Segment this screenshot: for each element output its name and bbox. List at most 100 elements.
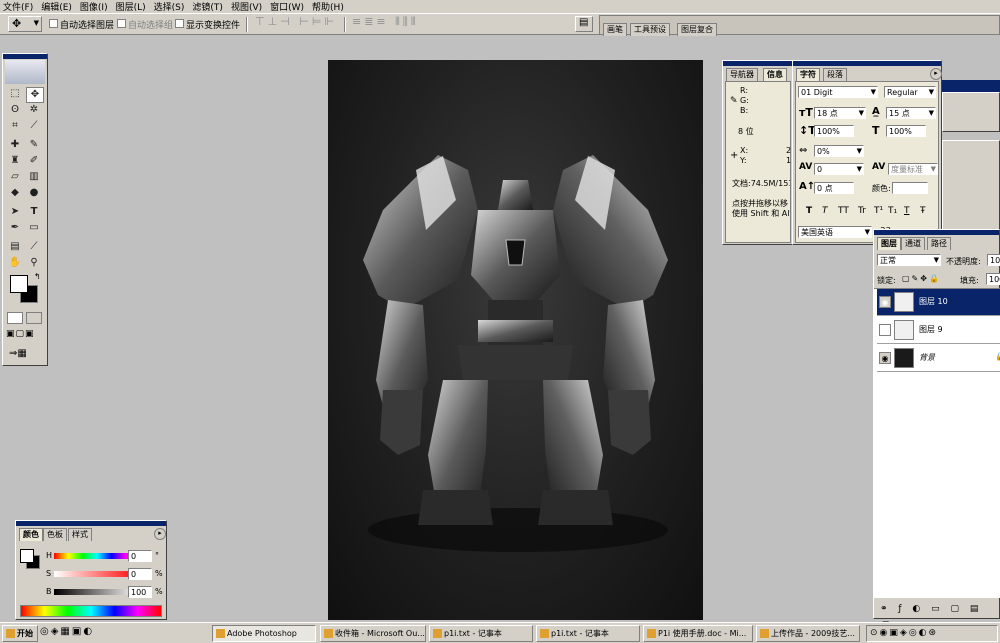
dodge-tool-icon[interactable]: ● xyxy=(26,186,42,200)
superscript-button[interactable]: T¹ xyxy=(874,206,883,216)
screen-mode-icons[interactable]: ▣▢▣ xyxy=(6,329,46,341)
tab-info[interactable]: 信息 xyxy=(763,68,787,81)
font-size-select[interactable]: 18 点 xyxy=(814,107,866,119)
taskbar-item[interactable]: P1i 使用手册.doc - Mi... xyxy=(643,625,753,642)
menu-layer[interactable]: 图层(L) xyxy=(116,0,146,13)
photoshop-feather-logo[interactable] xyxy=(5,60,45,84)
slice-tool-icon[interactable]: ⟋ xyxy=(26,119,42,133)
notes-tool-icon[interactable]: ▤ xyxy=(7,240,23,254)
tab-paths[interactable]: 路径 xyxy=(927,237,951,250)
auto-select-group-checkbox[interactable] xyxy=(117,19,126,28)
auto-select-layer-checkbox[interactable] xyxy=(49,19,58,28)
horizontal-scale-input[interactable]: 100% xyxy=(886,125,926,137)
eraser-tool-icon[interactable]: ▱ xyxy=(7,170,23,184)
tool-preset-picker[interactable]: ✥ ▼ xyxy=(8,16,42,32)
quick-mask-icon[interactable] xyxy=(26,312,42,324)
hue-input[interactable]: 0 xyxy=(128,550,152,562)
menu-file[interactable]: 文件(F) xyxy=(3,0,33,13)
palette-well-button[interactable]: ▤ xyxy=(575,16,593,32)
type-tool-icon[interactable]: T xyxy=(26,205,42,219)
font-style-select[interactable]: Regular xyxy=(884,86,936,98)
visibility-toggle[interactable] xyxy=(879,324,891,336)
foreground-color-swatch[interactable] xyxy=(20,549,34,563)
tab-swatches[interactable]: 色板 xyxy=(43,528,67,541)
distribute-icons[interactable]: ≡≣≡ ⫴⫼⫴ xyxy=(352,15,418,29)
document-canvas[interactable] xyxy=(328,60,703,620)
menu-edit[interactable]: 编辑(E) xyxy=(41,0,72,13)
layer-row[interactable]: ◉ 图层 10 xyxy=(877,289,1000,316)
well-tab-tool-presets[interactable]: 工具预设 xyxy=(630,23,670,36)
panel-menu-arrow-icon[interactable]: ▸ xyxy=(930,68,942,80)
tsume-select[interactable]: 0% xyxy=(814,145,864,157)
brush-tool-icon[interactable]: ✎ xyxy=(26,138,42,152)
taskbar-item[interactable]: 上传作品 - 2009技艺... xyxy=(756,625,860,642)
blur-tool-icon[interactable]: ◆ xyxy=(7,186,23,200)
well-tab-layer-comps[interactable]: 图层复合 xyxy=(677,23,717,36)
menu-image[interactable]: 图像(I) xyxy=(80,0,108,13)
opacity-input[interactable]: 100% xyxy=(987,254,1000,266)
shape-tool-icon[interactable]: ▭ xyxy=(26,221,42,235)
panel-menu-arrow-icon[interactable]: ▸ xyxy=(154,528,166,540)
tab-layers[interactable]: 图层 xyxy=(877,237,901,250)
magic-wand-icon[interactable]: ✲ xyxy=(26,103,42,117)
well-tab-brushes[interactable]: 画笔 xyxy=(603,23,627,36)
tab-paragraph[interactable]: 段落 xyxy=(823,68,847,81)
menu-view[interactable]: 视图(V) xyxy=(231,0,262,13)
taskbar-item[interactable]: Adobe Photoshop xyxy=(212,625,316,642)
color-ramp[interactable] xyxy=(20,605,162,617)
taskbar-item[interactable]: p1i.txt - 记事本 xyxy=(429,625,533,642)
swap-colors-icon[interactable]: ↰ xyxy=(34,272,41,281)
baseline-shift-input[interactable]: 0 点 xyxy=(814,182,854,194)
hand-tool-icon[interactable]: ✋ xyxy=(7,256,23,270)
foreground-color-swatch[interactable] xyxy=(10,275,28,293)
healing-brush-icon[interactable]: ✚ xyxy=(7,138,23,152)
brightness-input[interactable]: 100 xyxy=(128,586,152,598)
subscript-button[interactable]: T₁ xyxy=(888,206,897,216)
strikethrough-button[interactable]: Ŧ xyxy=(920,206,926,216)
standard-mode-icon[interactable] xyxy=(7,312,23,324)
tab-navigator[interactable]: 导航器 xyxy=(726,68,758,81)
tab-character[interactable]: 字符 xyxy=(796,68,820,81)
faux-italic-button[interactable]: T xyxy=(822,206,828,216)
vertical-scale-input[interactable]: 100% xyxy=(814,125,854,137)
align-icons[interactable]: ⊤⊥⊣ ⊢⊨⊩ xyxy=(255,15,337,28)
underline-button[interactable]: T xyxy=(904,206,910,216)
history-brush-icon[interactable]: ✐ xyxy=(26,154,42,168)
saturation-input[interactable]: 0 xyxy=(128,568,152,580)
taskbar-item[interactable]: 收件箱 - Microsoft Ou... xyxy=(320,625,426,642)
zoom-tool-icon[interactable]: ⚲ xyxy=(26,256,42,270)
taskbar-item[interactable]: p1i.txt - 记事本 xyxy=(536,625,640,642)
menu-help[interactable]: 帮助(H) xyxy=(312,0,344,13)
start-button[interactable]: 开始 xyxy=(2,625,38,642)
blend-mode-select[interactable]: 正常 xyxy=(877,254,941,266)
tab-channels[interactable]: 通道 xyxy=(901,237,925,250)
tab-styles[interactable]: 样式 xyxy=(68,528,92,541)
menu-window[interactable]: 窗口(W) xyxy=(270,0,304,13)
collapsed-panel-titlebar[interactable] xyxy=(942,80,1000,92)
lasso-tool-icon[interactable]: ʘ xyxy=(7,103,23,117)
pen-tool-icon[interactable]: ✒ xyxy=(7,221,23,235)
info-panel-titlebar[interactable] xyxy=(723,61,793,66)
menu-filter[interactable]: 滤镜(T) xyxy=(192,0,223,13)
fill-input[interactable]: 100% xyxy=(986,273,1000,285)
text-color-swatch[interactable] xyxy=(892,182,928,194)
font-family-select[interactable]: 01 Digit xyxy=(798,86,878,98)
tracking-select[interactable]: 度量标准 xyxy=(888,163,938,175)
layers-footer-icons[interactable]: ⚭ ƒ ◐ ▭ ▢ ▤ 🗑 xyxy=(874,600,1000,632)
eye-icon[interactable]: ◉ xyxy=(879,296,891,308)
quick-launch-icons[interactable]: ◎◈▦▣◐ xyxy=(40,626,120,641)
faux-bold-button[interactable]: T xyxy=(806,206,812,216)
language-select[interactable]: 美国英语 xyxy=(798,226,872,238)
eye-icon[interactable]: ◉ xyxy=(879,352,891,364)
jump-to-imageready-icon[interactable]: ⇒▦ xyxy=(9,348,43,360)
system-tray[interactable]: ⊙◉▣◈◎◐⊛ xyxy=(866,625,998,642)
path-selection-icon[interactable]: ➤ xyxy=(7,205,23,219)
layer-row[interactable]: ◉ 背景 🔒 xyxy=(877,345,1000,372)
leading-select[interactable]: 15 点 xyxy=(886,107,936,119)
marquee-tool-icon[interactable]: ⬚ xyxy=(7,87,23,101)
color-panel-titlebar[interactable] xyxy=(16,521,166,526)
toolbox-titlebar[interactable] xyxy=(3,54,47,59)
layers-panel-titlebar[interactable] xyxy=(874,230,999,235)
gradient-tool-icon[interactable]: ▥ xyxy=(26,170,42,184)
eyedropper-icon[interactable]: ⟋ xyxy=(26,240,42,254)
